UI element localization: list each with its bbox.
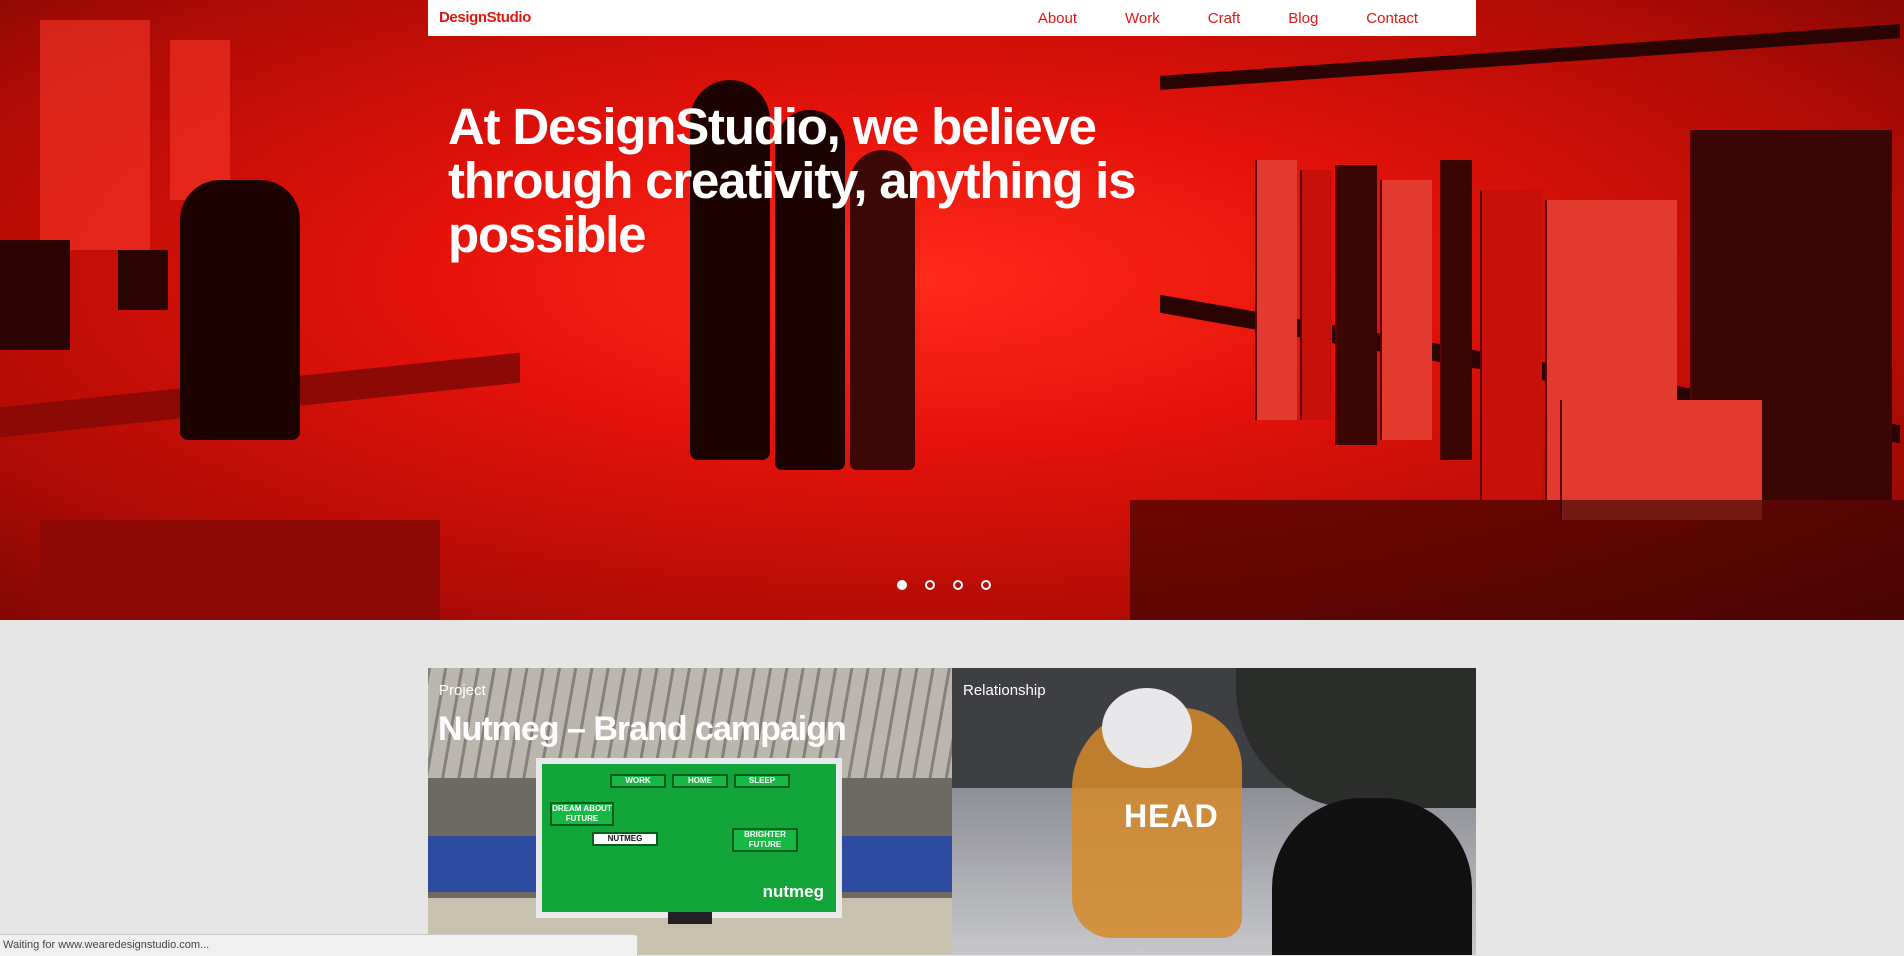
site-logo[interactable]: DesignStudio	[439, 9, 531, 26]
window	[40, 20, 150, 250]
nav-links: About Work Craft Blog Contact	[990, 10, 1418, 27]
billboard-box: HOME	[672, 774, 728, 788]
head-logo: HEAD	[1124, 798, 1219, 834]
project-card[interactable]: WORK HOME SLEEP DREAM ABOUT FUTURE NUTME…	[428, 668, 952, 955]
cameraman	[1272, 798, 1472, 955]
hero-headline: At DesignStudio, we believe through crea…	[448, 98, 1136, 263]
train	[833, 836, 952, 892]
card-label: Project	[439, 682, 486, 699]
desk	[40, 520, 440, 620]
billboard-search-box: NUTMEG	[592, 832, 658, 846]
book	[1480, 190, 1542, 500]
card-title[interactable]: Nutmeg – Brand campaign	[438, 710, 847, 749]
carousel-dots	[897, 580, 1009, 590]
skier-helmet	[1102, 688, 1192, 768]
nutmeg-billboard: WORK HOME SLEEP DREAM ABOUT FUTURE NUTME…	[536, 758, 842, 918]
nav-contact[interactable]: Contact	[1366, 10, 1418, 27]
window	[170, 40, 230, 200]
trees	[1236, 668, 1476, 808]
book	[1380, 180, 1432, 440]
relationship-card[interactable]: Relationship HEAD	[952, 668, 1476, 955]
train	[428, 836, 538, 892]
card-label: Relationship	[963, 682, 1046, 699]
nav-blog[interactable]: Blog	[1288, 10, 1318, 27]
top-navigation: DesignStudio About Work Craft Blog Conta…	[428, 0, 1476, 36]
monitor	[118, 250, 168, 310]
book	[1255, 160, 1297, 420]
billboard-stand	[668, 912, 712, 924]
cabinet	[1130, 500, 1904, 620]
carousel-dot[interactable]	[953, 580, 963, 590]
nav-work[interactable]: Work	[1125, 10, 1160, 27]
billboard-box: WORK	[610, 774, 666, 788]
status-text: Waiting for www.wearedesignstudio.com...	[3, 939, 210, 951]
nav-about[interactable]: About	[1038, 10, 1077, 27]
billboard-box: BRIGHTER FUTURE	[732, 828, 798, 852]
monitor	[0, 240, 70, 350]
carousel-dot[interactable]	[981, 580, 991, 590]
book	[1440, 160, 1472, 460]
billboard-brand: nutmeg	[762, 882, 824, 901]
carousel-dot[interactable]	[925, 580, 935, 590]
carousel-dot[interactable]	[897, 580, 907, 590]
person-silhouette	[180, 180, 300, 440]
billboard-box: SLEEP	[734, 774, 790, 788]
nav-craft[interactable]: Craft	[1208, 10, 1241, 27]
browser-status-bar: Waiting for www.wearedesignstudio.com...	[0, 934, 638, 956]
book	[1335, 165, 1377, 445]
hero-banner	[0, 0, 1904, 620]
book	[1300, 170, 1332, 420]
billboard-box: DREAM ABOUT FUTURE	[550, 802, 614, 826]
